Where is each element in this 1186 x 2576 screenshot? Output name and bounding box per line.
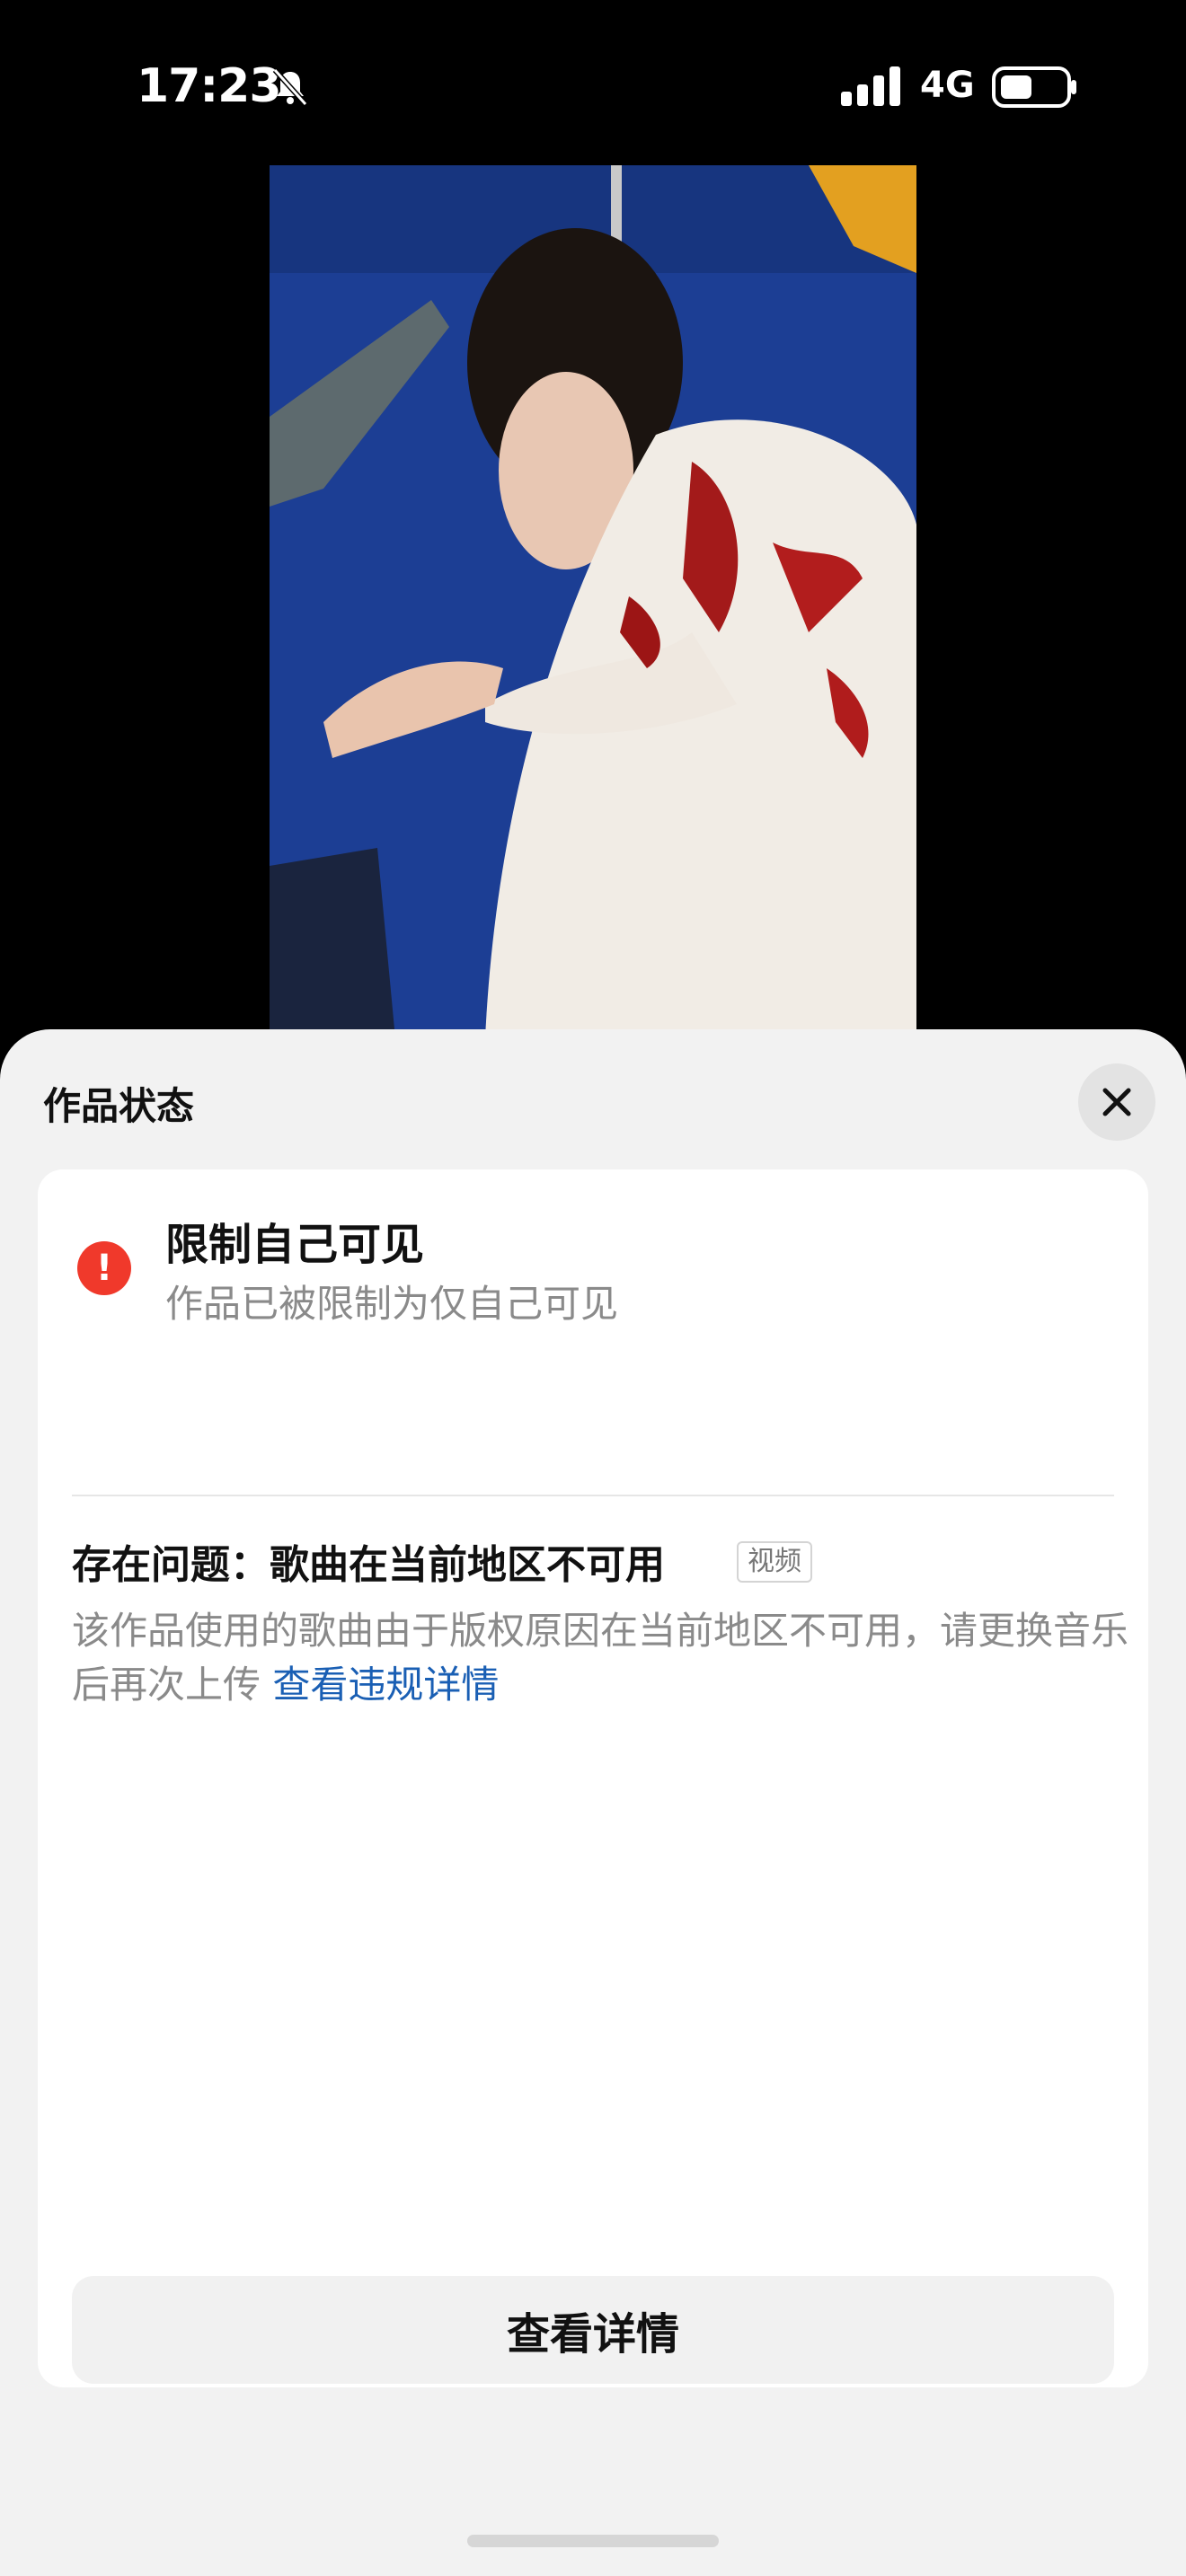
issue-title: 存在问题：歌曲在当前地区不可用	[72, 1542, 665, 1588]
bell-muted-icon	[270, 66, 311, 111]
cellular-signal-icon	[841, 66, 904, 110]
video-preview[interactable]	[270, 165, 916, 1038]
home-indicator[interactable]	[467, 2535, 719, 2547]
battery-icon	[992, 66, 1078, 111]
issue-tag: 视频	[737, 1541, 812, 1583]
sheet-title: 作品状态	[43, 1084, 195, 1128]
divider	[72, 1495, 1114, 1496]
issue-description-text: 该作品使用的歌曲由于版权原因在当前地区不可用，请更换音乐后再次上传	[72, 1609, 1129, 1707]
issue-description: 该作品使用的歌曲由于版权原因在当前地区不可用，请更换音乐后再次上传 查看违规详情	[72, 1604, 1132, 1712]
violation-details-link[interactable]: 查看违规详情	[272, 1663, 499, 1707]
status-time: 17:23	[137, 59, 282, 113]
status-subtitle: 作品已被限制为仅自己可见	[165, 1282, 619, 1326]
status-bar: 17:23 4G	[0, 0, 1186, 171]
work-status-sheet: 作品状态 ! 限制自己可见 作品已被限制为仅自己可见 存在问题：歌曲在当前地区不…	[0, 1029, 1186, 2576]
view-details-button[interactable]: 查看详情	[72, 2276, 1114, 2384]
network-type: 4G	[920, 65, 975, 106]
close-icon	[1102, 1088, 1131, 1116]
status-card: ! 限制自己可见 作品已被限制为仅自己可见 存在问题：歌曲在当前地区不可用 视频…	[38, 1169, 1148, 2387]
close-button[interactable]	[1078, 1063, 1155, 1141]
status-title: 限制自己可见	[165, 1220, 425, 1270]
exclamation-alert-icon: !	[77, 1241, 131, 1295]
